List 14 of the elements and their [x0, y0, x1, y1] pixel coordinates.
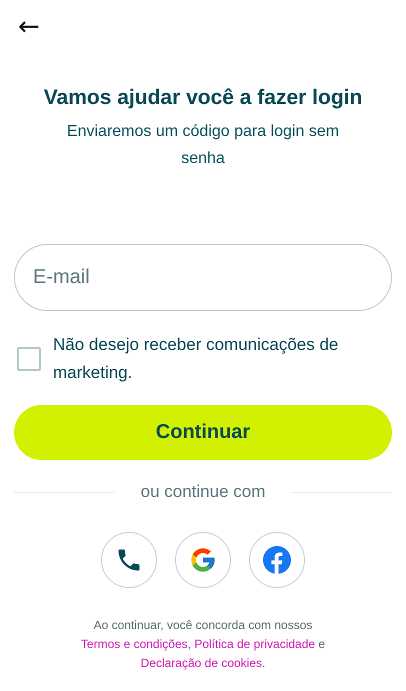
legal-link[interactable]: Política de privacidade: [194, 637, 316, 651]
legal-link[interactable]: Termos e condições: [80, 637, 188, 651]
facebook-icon: [263, 546, 291, 574]
checkbox-label: Não desejo receber comunicações de marketing.: [53, 334, 340, 384]
subtitle: Enviaremos um código para login sem senha: [66, 122, 340, 169]
page-title: Vamos ajudar você a fazer login: [42, 86, 364, 110]
legal-link[interactable]: Declaração de cookies: [140, 656, 262, 670]
back-button[interactable]: ←: [14, 12, 44, 42]
legal-notice: Ao continuar, você concorda com nossos Termos e condições, Política de privacidade e Declaração de cookies.: [80, 617, 326, 672]
google-icon: [189, 546, 217, 574]
checkbox[interactable]: [17, 347, 41, 371]
email-field[interactable]: E-mail: [14, 244, 392, 311]
continue-button[interactable]: Continuar: [14, 405, 392, 460]
divider-label: ou continue com: [140, 482, 266, 502]
